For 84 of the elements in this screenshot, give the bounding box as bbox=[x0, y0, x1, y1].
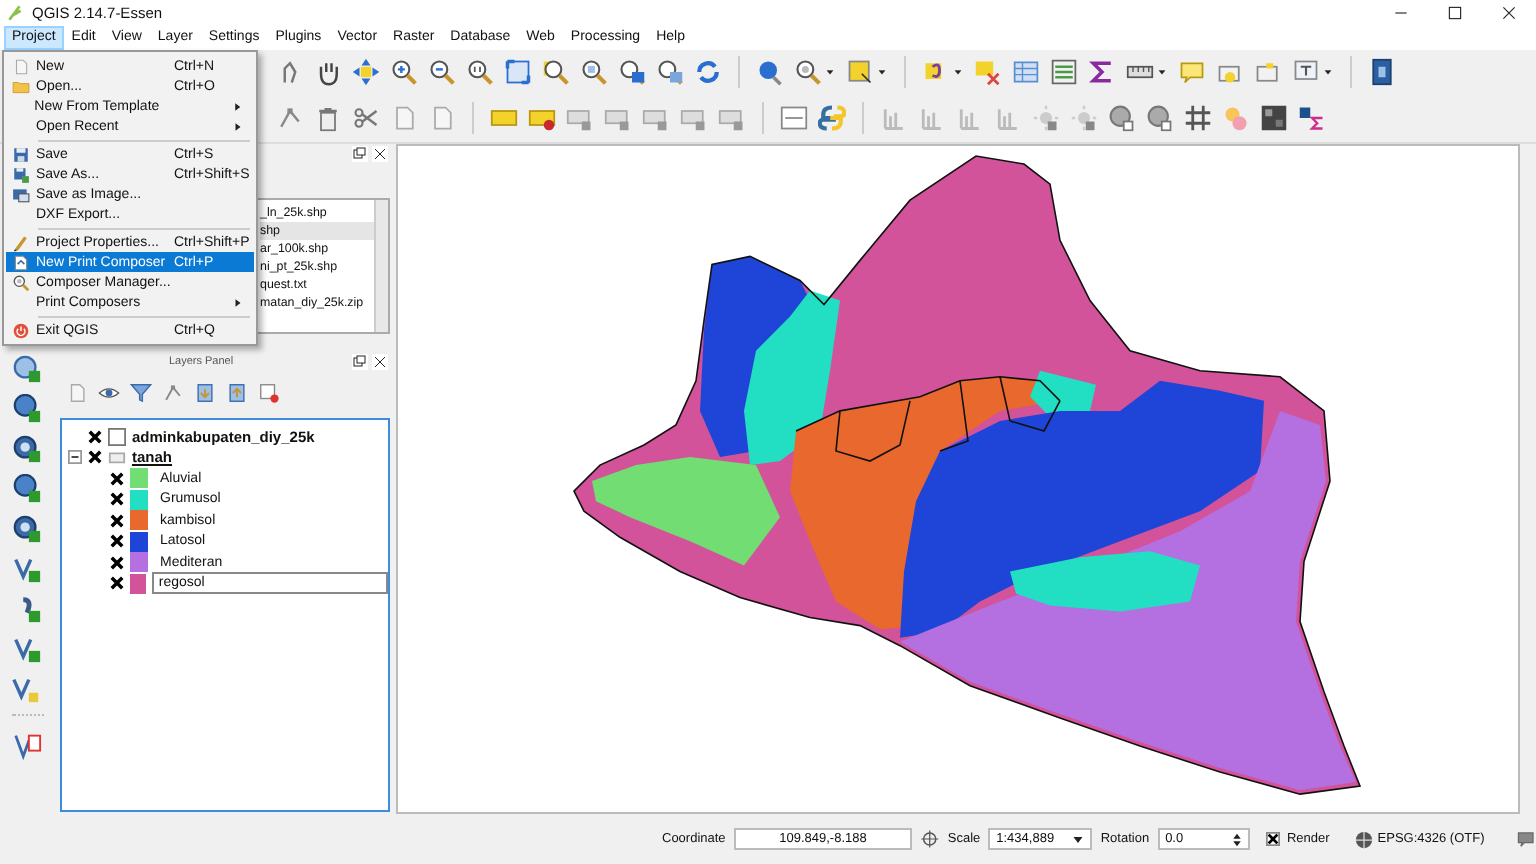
crosshair-icon[interactable] bbox=[920, 828, 940, 851]
category-checkbox[interactable] bbox=[110, 555, 124, 570]
maximize-icon[interactable] bbox=[1446, 4, 1464, 23]
close-icon[interactable] bbox=[372, 354, 389, 371]
zoom-next-icon[interactable] bbox=[656, 58, 684, 87]
power-icon bbox=[11, 321, 29, 339]
floppy-icon bbox=[11, 165, 29, 183]
python-icon[interactable] bbox=[818, 104, 846, 133]
float-icon[interactable] bbox=[352, 146, 368, 163]
node-tool-icon[interactable] bbox=[276, 104, 304, 133]
vector-icon[interactable] bbox=[12, 729, 42, 760]
pencil-icon bbox=[11, 233, 29, 251]
document-icon bbox=[11, 57, 29, 75]
add-database-icon[interactable] bbox=[12, 473, 42, 504]
grid-icon[interactable] bbox=[1184, 104, 1212, 133]
zoom-to-layer-icon[interactable] bbox=[580, 58, 608, 87]
add-vector-icon[interactable] bbox=[12, 553, 42, 584]
zoom-full-icon[interactable] bbox=[504, 58, 532, 87]
add-vector-icon[interactable] bbox=[12, 633, 42, 664]
label-pin-icon[interactable] bbox=[528, 104, 556, 133]
pan-to-selection-icon[interactable] bbox=[352, 58, 380, 87]
caret-icon[interactable] bbox=[1322, 66, 1334, 79]
remove-layer-icon[interactable] bbox=[258, 382, 280, 405]
submenu-arrow-icon bbox=[234, 297, 242, 307]
layer-checkbox[interactable] bbox=[88, 450, 102, 465]
node-tool-icon[interactable] bbox=[162, 382, 184, 405]
annotation-icon[interactable] bbox=[1254, 58, 1282, 87]
add-raster-icon[interactable] bbox=[12, 513, 42, 544]
table-icon[interactable] bbox=[1012, 58, 1040, 87]
expand-icon[interactable] bbox=[194, 382, 216, 405]
pan-icon[interactable] bbox=[314, 58, 342, 87]
select-icon[interactable] bbox=[846, 58, 874, 87]
query-icon[interactable] bbox=[794, 58, 822, 87]
identify-icon[interactable] bbox=[756, 58, 784, 87]
expander-icon[interactable] bbox=[68, 450, 82, 465]
messages-icon[interactable] bbox=[1516, 828, 1536, 851]
category-checkbox[interactable] bbox=[110, 492, 124, 507]
zoom-native-icon[interactable] bbox=[466, 58, 494, 87]
add-database-icon[interactable] bbox=[12, 393, 42, 424]
category-checkbox[interactable] bbox=[110, 576, 124, 591]
document-icon bbox=[11, 253, 29, 271]
zoom-to-selection-icon[interactable] bbox=[542, 58, 570, 87]
floppy-icon bbox=[11, 145, 29, 163]
globe-icon[interactable] bbox=[1146, 104, 1174, 133]
deselect-icon[interactable] bbox=[974, 58, 1002, 87]
magnifier-icon bbox=[11, 273, 29, 291]
app-logo-icon bbox=[6, 4, 24, 23]
globe-icon[interactable] bbox=[1108, 104, 1136, 133]
globe-icon[interactable] bbox=[1353, 829, 1374, 850]
map-canvas[interactable] bbox=[396, 143, 1520, 815]
sigma-icon[interactable] bbox=[1088, 58, 1116, 87]
help-icon[interactable] bbox=[1368, 58, 1396, 87]
trash-icon[interactable] bbox=[314, 104, 342, 133]
zoom-in-icon[interactable] bbox=[390, 58, 418, 87]
layer-checkbox[interactable] bbox=[88, 429, 102, 444]
folder-icon bbox=[11, 77, 29, 95]
add-raster-icon[interactable] bbox=[12, 433, 42, 464]
render-checkbox[interactable] bbox=[1266, 832, 1281, 847]
raster-statistics-icon[interactable] bbox=[1298, 104, 1326, 133]
filter-icon[interactable] bbox=[130, 382, 152, 405]
close-icon[interactable] bbox=[372, 146, 388, 163]
raster-icon[interactable] bbox=[1260, 104, 1288, 133]
collapse-icon[interactable] bbox=[226, 382, 248, 405]
spin-arrows-icon[interactable] bbox=[1232, 831, 1243, 848]
category-checkbox[interactable] bbox=[110, 513, 124, 528]
float-icon[interactable] bbox=[352, 354, 369, 371]
caret-icon[interactable] bbox=[824, 66, 836, 79]
image-icon bbox=[11, 185, 29, 203]
zoom-out-icon[interactable] bbox=[428, 58, 456, 87]
csv-icon[interactable] bbox=[780, 104, 808, 133]
close-icon[interactable] bbox=[1500, 4, 1518, 23]
add-layer-icon[interactable] bbox=[12, 353, 42, 384]
category-checkbox[interactable] bbox=[110, 471, 124, 486]
caret-icon[interactable] bbox=[876, 66, 888, 79]
category-checkbox[interactable] bbox=[110, 534, 124, 549]
polygon-symbol-icon bbox=[108, 427, 126, 446]
caret-icon[interactable] bbox=[952, 66, 964, 79]
refresh-icon[interactable] bbox=[694, 58, 722, 87]
caret-icon[interactable] bbox=[1072, 833, 1085, 846]
zoom-last-icon[interactable] bbox=[618, 58, 646, 87]
calculator-icon[interactable] bbox=[1050, 58, 1078, 87]
scissors-icon[interactable] bbox=[352, 104, 380, 133]
new-layer-icon[interactable] bbox=[12, 673, 42, 704]
scrollbar[interactable] bbox=[374, 199, 388, 332]
